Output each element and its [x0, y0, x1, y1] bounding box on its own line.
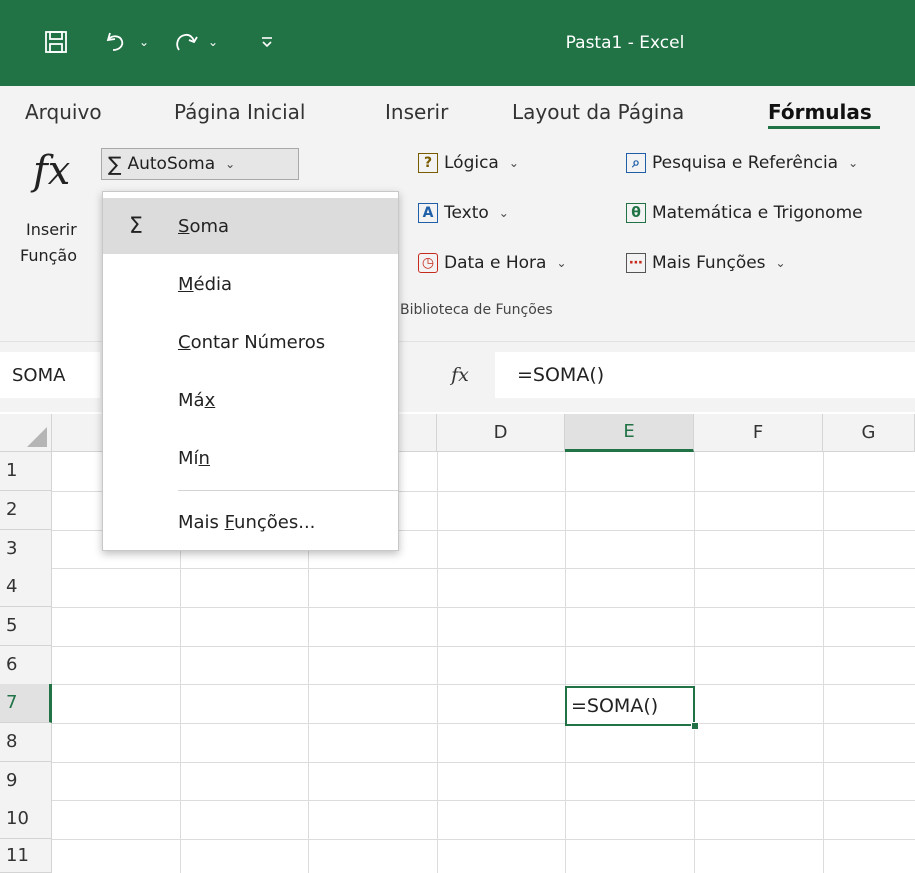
column-header-d[interactable]: D: [437, 414, 565, 452]
menu-label-accel: M: [178, 273, 194, 295]
insert-function-fx-icon[interactable]: fx: [430, 352, 490, 398]
text-icon: A: [418, 203, 438, 223]
insert-function-icon[interactable]: fx: [33, 148, 70, 194]
row-header-9[interactable]: 9: [0, 762, 52, 801]
menu-item-min[interactable]: Mín: [103, 430, 398, 486]
fill-handle[interactable]: [691, 722, 699, 730]
pesquisa-referencia-button[interactable]: ⌕ Pesquisa e Referência ⌄: [626, 153, 858, 173]
data-hora-label: Data e Hora: [444, 253, 547, 273]
redo-dropdown-icon[interactable]: ⌄: [205, 22, 221, 62]
chevron-down-icon: ⌄: [848, 156, 859, 170]
menu-label-pre: Má: [178, 389, 205, 411]
menu-label-post: oma: [189, 215, 230, 237]
row-header-7[interactable]: 7: [0, 684, 52, 723]
menu-label-post: ontar Números: [190, 331, 326, 353]
tab-pagina-inicial[interactable]: Página Inicial: [174, 100, 305, 124]
insert-function-label-1[interactable]: Inserir: [26, 220, 77, 239]
menu-label-post: édia: [193, 273, 233, 295]
mais-funcoes-button[interactable]: ⋯ Mais Funções ⌄: [626, 253, 786, 273]
tab-inserir[interactable]: Inserir: [385, 100, 448, 124]
texto-label: Texto: [444, 203, 489, 223]
undo-dropdown-icon[interactable]: ⌄: [136, 22, 152, 62]
autosum-label: AutoSoma: [127, 154, 216, 174]
matematica-label: Matemática e Trigonome: [652, 203, 863, 223]
formula-input[interactable]: =SOMA(): [495, 352, 915, 398]
tab-arquivo[interactable]: Arquivo: [25, 100, 102, 124]
select-all-button[interactable]: [0, 414, 52, 452]
tab-layout-da-pagina[interactable]: Layout da Página: [512, 100, 684, 124]
row-header-5[interactable]: 5: [0, 607, 52, 646]
chevron-down-icon: ⌄: [498, 206, 509, 220]
row-header-6[interactable]: 6: [0, 646, 52, 685]
menu-item-mais-funcoes[interactable]: Mais Funções...: [103, 494, 398, 550]
chevron-down-icon: ⌄: [508, 156, 519, 170]
chevron-down-icon: ⌄: [556, 256, 567, 270]
menu-item-media[interactable]: Média: [103, 256, 398, 312]
mais-funcoes-label: Mais Funções: [652, 253, 766, 273]
menu-label-accel: S: [178, 215, 190, 237]
column-header-f[interactable]: F: [694, 414, 823, 452]
menu-item-soma[interactable]: Σ Soma: [103, 198, 398, 254]
math-icon: θ: [626, 203, 646, 223]
column-header-g[interactable]: G: [823, 414, 915, 452]
save-icon[interactable]: [38, 22, 74, 62]
autosum-button[interactable]: ∑ AutoSoma ⌄: [101, 148, 299, 180]
row-header-4[interactable]: 4: [0, 568, 52, 607]
autosum-dropdown-menu: Σ Soma Média Contar Números Máx Mín Mais…: [102, 191, 399, 551]
menu-label-accel: x: [204, 389, 216, 411]
chevron-down-icon: ⌄: [225, 157, 236, 171]
redo-icon[interactable]: [170, 22, 204, 62]
sigma-icon: ∑: [108, 152, 122, 176]
logical-icon: ?: [418, 153, 438, 173]
row-header-2[interactable]: 2: [0, 491, 52, 530]
group-label-biblioteca: Biblioteca de Funções: [400, 302, 553, 318]
menu-separator: [178, 490, 398, 491]
data-hora-button[interactable]: ◷ Data e Hora ⌄: [418, 253, 567, 273]
more-functions-icon: ⋯: [626, 253, 646, 273]
menu-item-contar-numeros[interactable]: Contar Números: [103, 314, 398, 370]
name-box[interactable]: SOMA: [0, 352, 100, 398]
row-header-8[interactable]: 8: [0, 723, 52, 762]
column-header-e[interactable]: E: [565, 414, 694, 452]
texto-button[interactable]: A Texto ⌄: [418, 203, 509, 223]
menu-label-post: unções...: [234, 511, 316, 533]
row-header-3[interactable]: 3: [0, 530, 52, 569]
row-header-10[interactable]: 10: [0, 800, 52, 839]
tab-formulas[interactable]: Fórmulas: [768, 100, 872, 124]
matematica-trigonometria-button[interactable]: θ Matemática e Trigonome: [626, 203, 863, 223]
active-tab-indicator: [768, 126, 880, 129]
row-header-11[interactable]: 11: [0, 839, 52, 873]
undo-icon[interactable]: [96, 22, 136, 62]
insert-function-label-2[interactable]: Função: [20, 246, 77, 265]
row-header-1[interactable]: 1: [0, 452, 52, 491]
menu-item-max[interactable]: Máx: [103, 372, 398, 428]
chevron-down-icon: ⌄: [775, 256, 786, 270]
logica-label: Lógica: [444, 153, 499, 173]
active-cell-e7[interactable]: =SOMA(): [565, 686, 695, 726]
sigma-icon: Σ: [129, 213, 143, 239]
menu-label-pre: Mais: [178, 511, 225, 533]
customize-qat-icon[interactable]: [255, 22, 279, 62]
clock-icon: ◷: [418, 253, 438, 273]
menu-label-accel: n: [198, 447, 210, 469]
pesquisa-label: Pesquisa e Referência: [652, 153, 839, 173]
menu-label-accel: F: [224, 511, 235, 533]
title-bar: ⌄ ⌄ Pasta1 - Excel: [0, 0, 915, 86]
menu-label-pre: Mí: [178, 447, 199, 469]
lookup-icon: ⌕: [626, 153, 646, 173]
menu-label-accel: C: [178, 331, 191, 353]
logica-button[interactable]: ? Lógica ⌄: [418, 153, 519, 173]
